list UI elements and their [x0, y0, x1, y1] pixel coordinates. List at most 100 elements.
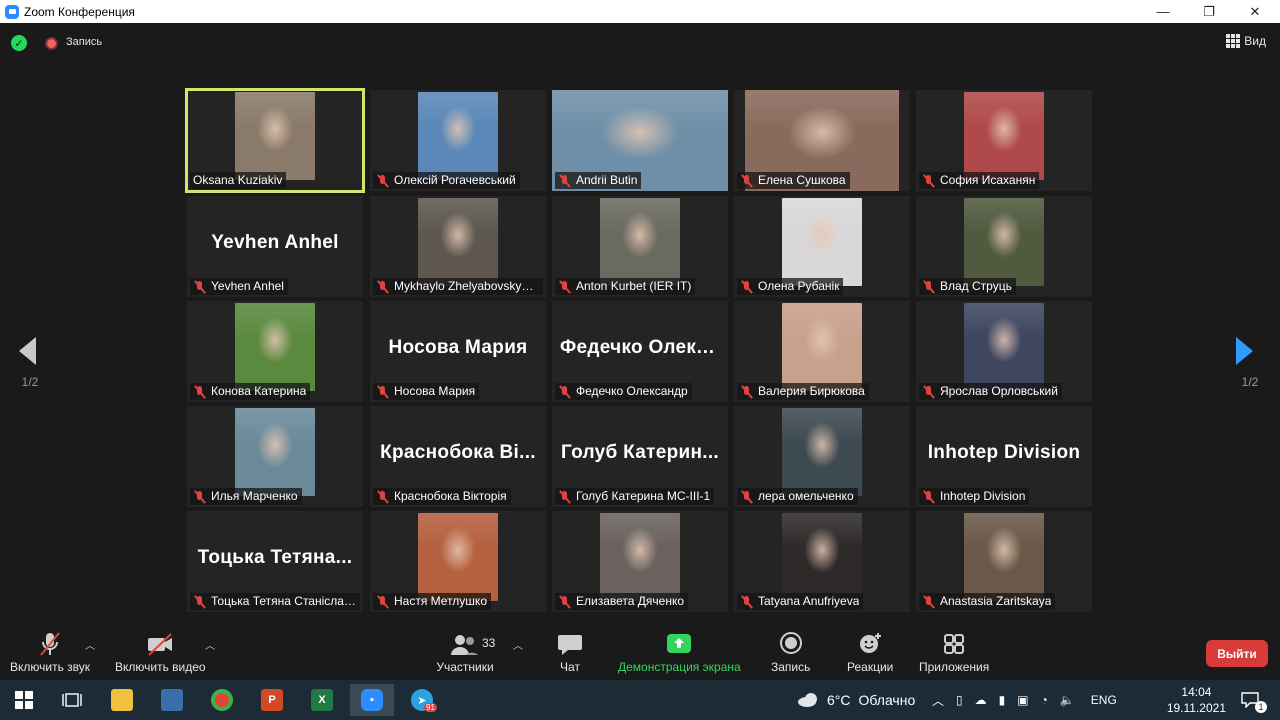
- chat-button[interactable]: Чат: [555, 631, 585, 674]
- participant-display-name: Голуб Катерин...: [560, 442, 720, 463]
- participants-options-caret-icon[interactable]: ︿: [513, 637, 523, 652]
- weather-widget[interactable]: 6°C Облачно: [797, 680, 915, 720]
- participant-tile[interactable]: Tatyana Anufriyeva: [734, 511, 910, 612]
- participant-name: Голуб Катерина МС-ІІІ-1: [576, 489, 711, 503]
- participant-name-label: Tatyana Anufriyeva: [737, 593, 864, 610]
- cloud-icon: [798, 693, 817, 707]
- participant-tile[interactable]: Конова Катерина: [187, 301, 363, 402]
- taskbar-store[interactable]: [150, 684, 194, 716]
- tray-volume-icon[interactable]: 🔈: [1060, 693, 1075, 707]
- window-titlebar: Zoom Конференция — ❐ ✕: [0, 0, 1280, 23]
- participant-name: Anton Kurbet (IER IT): [576, 279, 692, 293]
- muted-mic-icon: [922, 280, 936, 294]
- tray-display-icon[interactable]: ▣: [1017, 693, 1028, 707]
- start-video-button[interactable]: Включить видео: [115, 631, 206, 674]
- participant-name-label: Anton Kurbet (IER IT): [555, 278, 696, 295]
- telegram-badge: 91: [424, 703, 437, 712]
- recording-label[interactable]: Запись: [66, 36, 102, 48]
- participant-display-name: Носова Мария: [388, 337, 528, 358]
- folder-icon: [111, 689, 133, 711]
- clock-time: 14:04: [1181, 685, 1212, 699]
- reactions-button[interactable]: Реакции: [847, 631, 893, 674]
- muted-mic-icon: [922, 385, 936, 399]
- participant-tile[interactable]: София Исаханян: [916, 90, 1092, 191]
- participant-name-label: Валерия Бирюкова: [737, 383, 869, 400]
- participant-tile[interactable]: Anton Kurbet (IER IT): [552, 196, 728, 297]
- tray-network-icon[interactable]: ◔: [1041, 693, 1048, 707]
- participant-tile[interactable]: Носова Мария Носова Мария: [370, 301, 546, 402]
- participant-tile[interactable]: Andrii Butin: [552, 90, 728, 191]
- muted-mic-icon: [740, 595, 754, 609]
- taskbar-powerpoint[interactable]: P: [250, 684, 294, 716]
- participant-name: лера омельченко: [758, 489, 854, 503]
- participant-video: [964, 92, 1044, 180]
- participant-tile[interactable]: Илья Марченко: [187, 406, 363, 507]
- muted-mic-icon: [193, 280, 207, 294]
- tray-device-icon[interactable]: ▯: [956, 693, 963, 707]
- participant-tile[interactable]: Oksana Kuziakiv: [185, 88, 365, 193]
- participant-tile[interactable]: Anastasia Zaritskaya: [916, 511, 1092, 612]
- participant-name: Andrii Butin: [576, 173, 638, 187]
- close-button[interactable]: ✕: [1232, 0, 1278, 23]
- audio-options-caret-icon[interactable]: ︿: [85, 637, 95, 652]
- restore-button[interactable]: ❐: [1186, 0, 1232, 23]
- participant-tile[interactable]: Краснобока Ві... Краснобока Вікторія: [370, 406, 546, 507]
- start-video-label: Включить видео: [115, 660, 206, 674]
- language-indicator[interactable]: ENG: [1091, 693, 1117, 707]
- participant-tile[interactable]: Mykhaylo Zhelyabovskyy ...: [370, 196, 546, 297]
- taskbar-chrome[interactable]: [200, 684, 244, 716]
- task-view-icon: [62, 693, 82, 707]
- participant-tile[interactable]: Тоцька Тетяна... Тоцька Тетяна Станіслав.…: [187, 511, 363, 612]
- participant-tile[interactable]: Елизавета Дяченко: [552, 511, 728, 612]
- taskbar-clock[interactable]: 14:04 19.11.2021: [1167, 684, 1226, 716]
- view-label: Вид: [1244, 34, 1266, 48]
- video-options-caret-icon[interactable]: ︿: [205, 637, 215, 652]
- share-screen-button[interactable]: Демонстрация экрана: [618, 631, 741, 674]
- next-page-button[interactable]: 1/2: [1220, 305, 1280, 395]
- record-button[interactable]: Запись: [771, 631, 810, 674]
- task-view-button[interactable]: [50, 684, 94, 716]
- record-label: Запись: [771, 660, 811, 674]
- taskbar-file-explorer[interactable]: [100, 684, 144, 716]
- participant-tile[interactable]: Голуб Катерин... Голуб Катерина МС-ІІІ-1: [552, 406, 728, 507]
- participant-tile[interactable]: Ярослав Орловський: [916, 301, 1092, 402]
- tray-expand-icon[interactable]: ︿: [932, 692, 944, 709]
- muted-mic-icon: [558, 385, 572, 399]
- participant-tile[interactable]: Влад Струць: [916, 196, 1092, 297]
- participant-tile[interactable]: Настя Метлушко: [370, 511, 546, 612]
- security-shield-icon[interactable]: ✓: [11, 35, 27, 51]
- participant-video: [964, 198, 1044, 286]
- participant-tile[interactable]: Валерия Бирюкова: [734, 301, 910, 402]
- participant-video: [235, 408, 315, 496]
- previous-page-button[interactable]: 1/2: [0, 305, 60, 395]
- participant-tile[interactable]: лера омельченко: [734, 406, 910, 507]
- taskbar-zoom[interactable]: ▪: [350, 684, 394, 716]
- tray-onedrive-icon[interactable]: ☁: [975, 693, 987, 707]
- unmute-button[interactable]: Включить звук: [10, 631, 90, 674]
- participants-button[interactable]: 33 Участники: [435, 631, 495, 674]
- tray-usb-icon[interactable]: ▮: [999, 693, 1006, 707]
- participant-tile[interactable]: Елена Сушкова: [734, 90, 910, 191]
- apps-button[interactable]: Приложения: [919, 631, 989, 674]
- start-button[interactable]: [2, 684, 46, 716]
- participant-video: [964, 513, 1044, 601]
- participant-tile[interactable]: Олена Рубанік: [734, 196, 910, 297]
- participant-tile[interactable]: Yevhen Anhel Yevhen Anhel: [187, 196, 363, 297]
- view-button[interactable]: Вид: [1226, 34, 1266, 48]
- participant-name: Oksana Kuziakiv: [193, 173, 283, 187]
- page-indicator-right: 1/2: [1241, 375, 1259, 389]
- participant-tile[interactable]: Inhotep Division Inhotep Division: [916, 406, 1092, 507]
- participant-tile[interactable]: Олексій Рогачевський: [370, 90, 546, 191]
- participant-name-label: Andrii Butin: [555, 172, 642, 189]
- notification-count: 1: [1255, 701, 1267, 713]
- participant-tile[interactable]: Федечко Олекс... Федечко Олександр: [552, 301, 728, 402]
- minimize-button[interactable]: —: [1140, 0, 1186, 23]
- taskbar-telegram[interactable]: ➤ 91: [400, 684, 444, 716]
- apps-label: Приложения: [919, 660, 990, 674]
- notifications-button[interactable]: 1: [1228, 684, 1272, 716]
- participant-video: [782, 198, 862, 286]
- leave-meeting-button[interactable]: Выйти: [1206, 640, 1268, 667]
- participant-video: [418, 92, 498, 180]
- participant-name: Mykhaylo Zhelyabovskyy ...: [394, 279, 539, 293]
- taskbar-excel[interactable]: X: [300, 684, 344, 716]
